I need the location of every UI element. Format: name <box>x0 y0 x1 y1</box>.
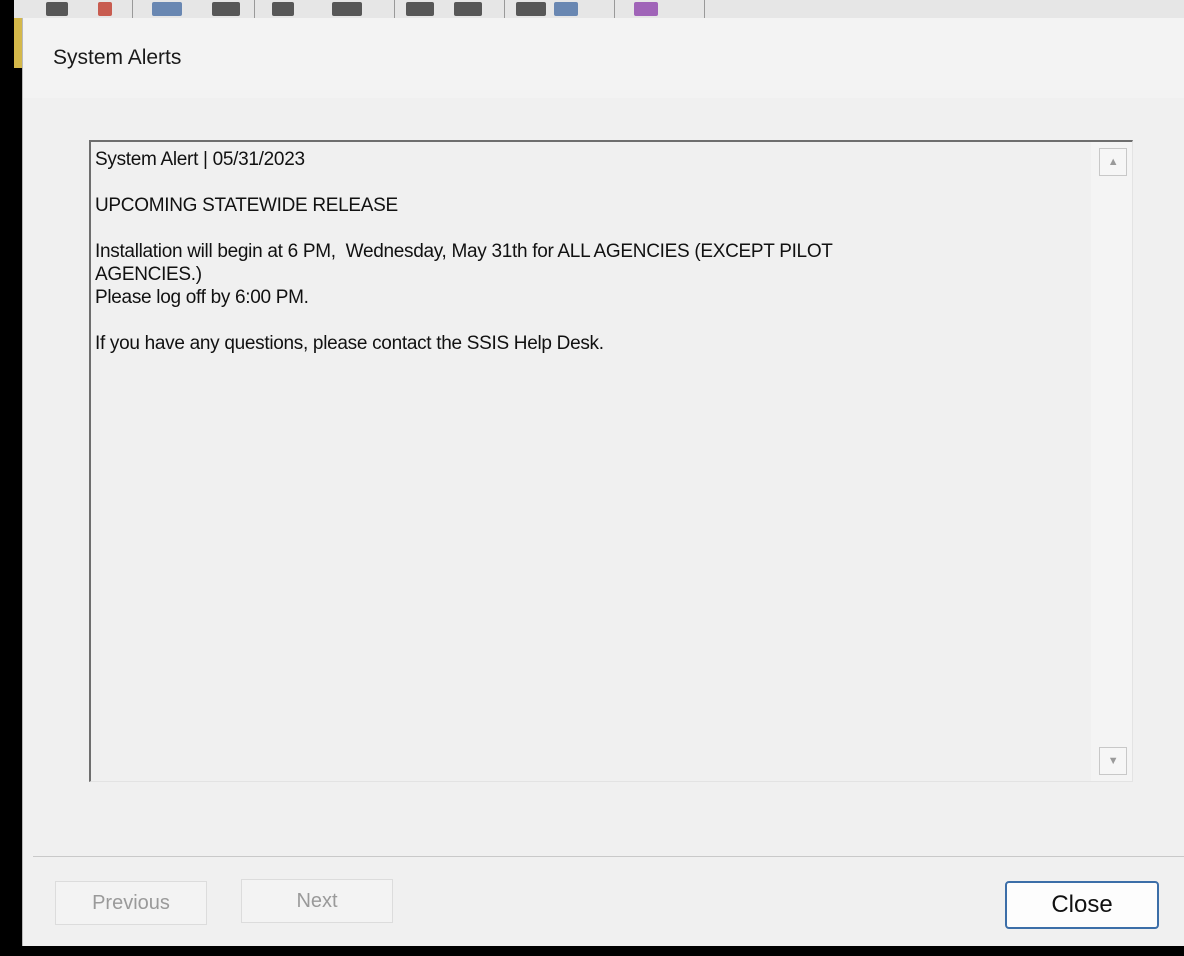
toolbar-icon <box>332 2 362 16</box>
scroll-up-arrow-icon[interactable]: ▲ <box>1099 148 1127 176</box>
toolbar-separator <box>704 0 705 18</box>
next-button[interactable]: Next <box>241 879 393 923</box>
alert-line: If you have any questions, please contac… <box>95 333 604 354</box>
alert-message-box[interactable]: System Alert | 05/31/2023 UPCOMING STATEW… <box>89 140 1133 782</box>
toolbar-icon <box>98 2 112 16</box>
toolbar-icon <box>554 2 578 16</box>
toolbar-icon <box>212 2 240 16</box>
toolbar-icon <box>634 2 658 16</box>
alert-blank-line <box>95 217 1055 240</box>
toolbar-separator <box>132 0 133 18</box>
previous-button[interactable]: Previous <box>55 881 207 925</box>
dialog-title-bar[interactable]: System Alerts <box>23 18 1184 98</box>
toolbar-icon <box>406 2 434 16</box>
dialog-title: System Alerts <box>53 46 182 69</box>
alert-line: UPCOMING STATEWIDE RELEASE <box>95 195 398 216</box>
toolbar-icon <box>454 2 482 16</box>
toolbar-icon <box>272 2 294 16</box>
vertical-scrollbar[interactable]: ▲ ▼ <box>1090 142 1132 781</box>
toolbar-icon <box>46 2 68 16</box>
alert-line: Installation will begin at 6 PM, Wednesd… <box>95 241 833 262</box>
screen: System Alerts System Alert | 05/31/2023 U… <box>0 0 1184 956</box>
toolbar-separator <box>614 0 615 18</box>
toolbar-icon <box>516 2 546 16</box>
close-button[interactable]: Close <box>1005 881 1159 929</box>
dialog-footer: Previous Next Close <box>33 856 1184 948</box>
toolbar-icon <box>152 2 182 16</box>
alert-line: AGENCIES.) <box>95 264 202 285</box>
scroll-down-arrow-icon[interactable]: ▼ <box>1099 747 1127 775</box>
alert-blank-line <box>95 171 1055 194</box>
alert-blank-line <box>95 309 1055 332</box>
alert-line: System Alert | 05/31/2023 <box>95 149 305 170</box>
toolbar-separator <box>504 0 505 18</box>
toolbar-separator <box>254 0 255 18</box>
system-alerts-dialog: System Alerts System Alert | 05/31/2023 U… <box>22 18 1184 948</box>
alert-message-text: System Alert | 05/31/2023 UPCOMING STATEW… <box>95 148 1055 355</box>
alert-line: Please log off by 6:00 PM. <box>95 287 309 308</box>
screen-bottom-edge <box>14 946 1184 956</box>
toolbar-separator <box>394 0 395 18</box>
